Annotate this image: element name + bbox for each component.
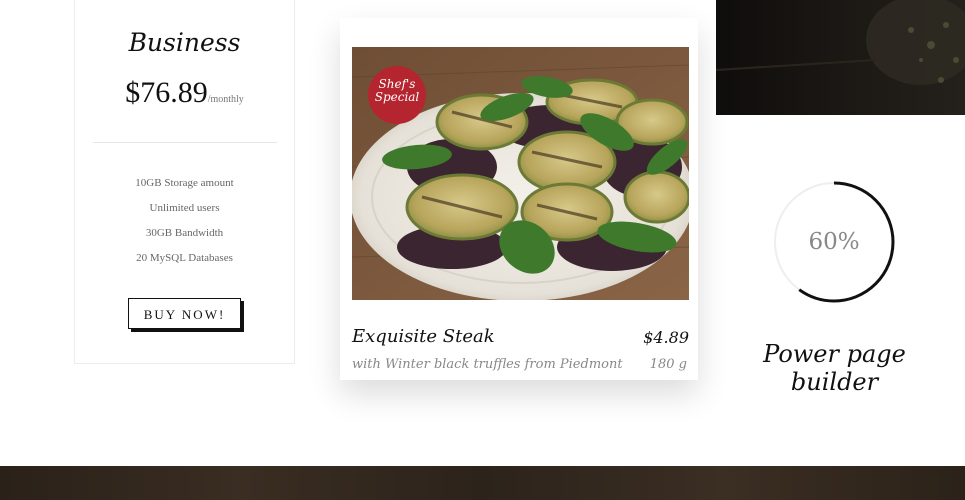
feature-item: 10GB Storage amount: [135, 177, 234, 189]
progress-circle: 60%: [770, 178, 898, 306]
progress-value: 60%: [808, 229, 860, 255]
bottom-wood-band: [0, 466, 965, 500]
plan-period: /monthly: [207, 94, 244, 105]
price-row: $76.89/monthly: [75, 76, 294, 110]
dish-description: with Winter black truffles from Piedmont: [352, 357, 623, 372]
divider: [93, 142, 277, 143]
pricing-card: Business $76.89/monthly 10GB Storage amo…: [74, 0, 295, 364]
dark-food-image: [716, 0, 965, 115]
badge-line-2: Special: [374, 90, 420, 104]
dish-price: $4.89: [643, 328, 689, 347]
feature-item: 30GB Bandwidth: [145, 227, 224, 239]
feature-title: Power page builder: [763, 340, 906, 396]
feature-item: 20 MySQL Databases: [136, 252, 233, 264]
buy-now-button[interactable]: BUY NOW!: [128, 298, 241, 329]
dish-weight: 180 g: [649, 357, 687, 372]
plan-price: $76.89: [125, 76, 208, 109]
chefs-special-badge: Shef's Special: [368, 66, 426, 124]
feature-item: Unlimited users: [149, 202, 220, 214]
dish-name: Exquisite Steak: [352, 326, 495, 347]
menu-card: Shef's Special Exquisite Steak $4.89 wit…: [340, 18, 698, 380]
plan-name: Business: [128, 28, 241, 57]
feature-list: 10GB Storage amount Unlimited users 30GB…: [75, 176, 294, 276]
